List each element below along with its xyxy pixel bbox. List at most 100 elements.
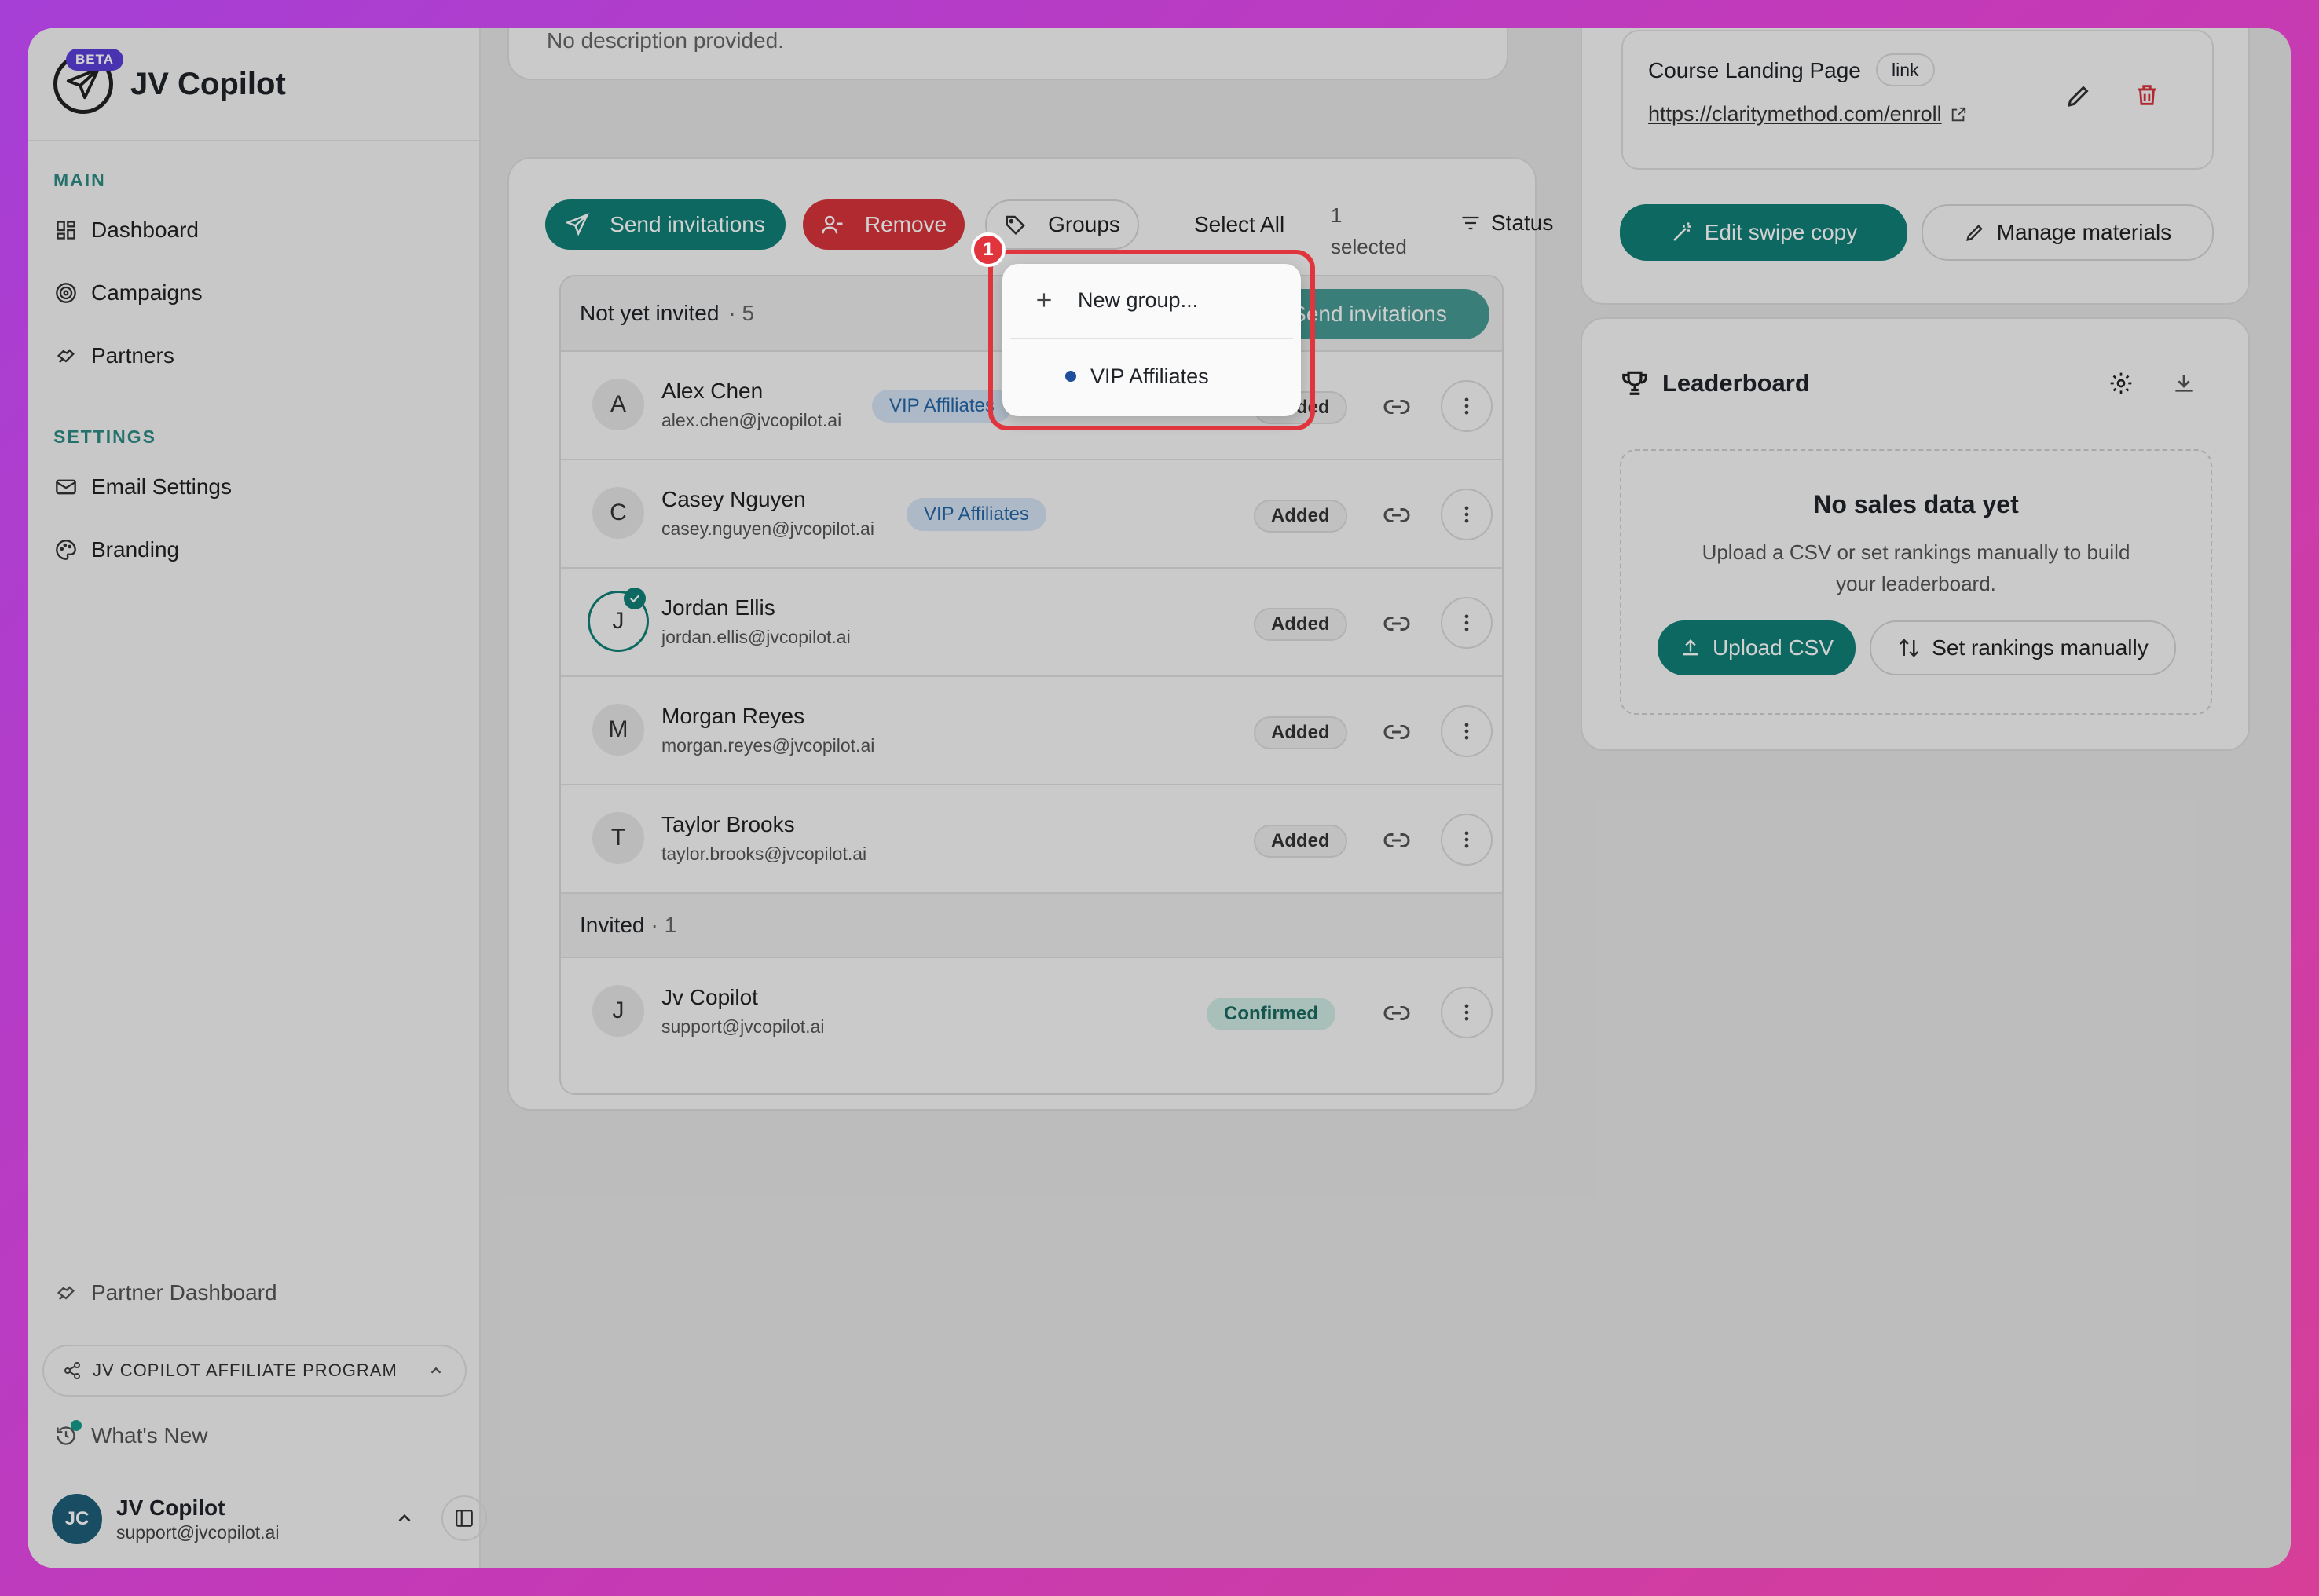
user-minus-icon	[821, 213, 844, 236]
empty-desc-line: your leaderboard.	[1836, 572, 1996, 595]
partner-email: taylor.brooks@jvcopilot.ai	[661, 844, 867, 864]
table-row[interactable]: J Jordan Ellis jordan.ellis@jvcopilot.ai…	[561, 569, 1502, 677]
campaign-description-card: No description provided.	[507, 28, 1508, 80]
table-row[interactable]: T Taylor Brooks taylor.brooks@jvcopilot.…	[561, 785, 1502, 894]
sidebar-item-whats-new[interactable]: What's New	[28, 1404, 208, 1467]
link-icon[interactable]	[1383, 999, 1411, 1027]
material-item: Course Landing Page link https://clarity…	[1621, 30, 2214, 170]
pencil-icon[interactable]	[2064, 82, 2093, 110]
status-badge: Added	[1254, 608, 1347, 641]
app-window: BETA JV Copilot MAIN Dashboard Campaigns…	[28, 28, 2291, 1568]
beta-badge: BETA	[66, 49, 124, 71]
user-email: support@jvcopilot.ai	[116, 1521, 280, 1543]
more-options-icon[interactable]	[1441, 987, 1493, 1038]
group-menu-item-vip-affiliates[interactable]: VIP Affiliates	[1002, 342, 1301, 410]
sidebar-item-campaigns[interactable]: Campaigns	[28, 262, 479, 324]
groups-label: Groups	[1048, 212, 1120, 236]
material-type-badge: link	[1876, 53, 1935, 86]
gear-icon[interactable]	[2108, 371, 2134, 396]
selected-count: 1 selected	[1331, 200, 1407, 262]
send-icon	[566, 213, 590, 236]
empty-description: Upload a CSV or set rankings manually to…	[1621, 536, 2211, 599]
empty-title: No sales data yet	[1813, 490, 2019, 518]
partner-name: Alex Chen	[661, 379, 764, 403]
chevron-up-icon[interactable]	[394, 1508, 415, 1528]
brand-name: JV Copilot	[130, 66, 286, 101]
table-row[interactable]: M Morgan Reyes morgan.reyes@jvcopilot.ai…	[561, 677, 1502, 785]
material-url-link[interactable]: https://claritymethod.com/enroll	[1648, 102, 1967, 126]
new-group-menu-item[interactable]: New group...	[1002, 264, 1301, 336]
sidebar-item-email-settings[interactable]: Email Settings	[28, 456, 479, 518]
history-icon	[53, 1420, 82, 1448]
sidebar-item-label: Email Settings	[91, 474, 232, 499]
invited-group-header: Invited · 1	[561, 894, 1502, 958]
upload-csv-button[interactable]: Upload CSV	[1658, 620, 1856, 675]
download-icon[interactable]	[2171, 371, 2196, 396]
partner-email: morgan.reyes@jvcopilot.ai	[661, 735, 875, 756]
leaderboard-empty-state: No sales data yet Upload a CSV or set ra…	[1620, 449, 2212, 715]
palette-icon	[53, 537, 79, 562]
brand[interactable]: BETA JV Copilot	[28, 28, 479, 141]
more-options-icon[interactable]	[1441, 380, 1493, 432]
pencil-icon	[1964, 221, 1986, 243]
manage-materials-button[interactable]: Manage materials	[1922, 204, 2214, 261]
group-label: Invited	[580, 913, 645, 937]
plus-icon	[1034, 290, 1054, 310]
avatar: J	[592, 985, 644, 1037]
group-tag: VIP Affiliates	[872, 390, 1012, 423]
status-badge: Added	[1254, 500, 1347, 533]
status-badge: Added	[1254, 825, 1347, 858]
user-name: JV Copilot	[116, 1495, 225, 1520]
sidebar-item-branding[interactable]: Branding	[28, 518, 479, 581]
check-circle-icon	[624, 588, 646, 609]
filter-icon	[1460, 212, 1482, 234]
partner-email: casey.nguyen@jvcopilot.ai	[661, 518, 874, 539]
set-rankings-button[interactable]: Set rankings manually	[1870, 620, 2176, 675]
sidebar-toggle-icon[interactable]	[441, 1495, 487, 1541]
edit-swipe-copy-button[interactable]: Edit swipe copy	[1620, 204, 1907, 261]
more-options-icon[interactable]	[1441, 597, 1493, 649]
more-options-icon[interactable]	[1441, 705, 1493, 757]
link-icon[interactable]	[1383, 609, 1411, 638]
material-url: https://claritymethod.com/enroll	[1648, 102, 1942, 126]
avatar: T	[592, 812, 644, 864]
selected-number: 1	[1331, 203, 1343, 227]
sidebar-item-label: Dashboard	[91, 218, 199, 242]
tag-icon	[1004, 213, 1028, 236]
upload-csv-label: Upload CSV	[1712, 635, 1834, 660]
send-invitations-button[interactable]: Send invitations	[545, 200, 786, 250]
sidebar: BETA JV Copilot MAIN Dashboard Campaigns…	[28, 28, 487, 1568]
mail-icon	[53, 474, 79, 500]
table-row[interactable]: C Casey Nguyen casey.nguyen@jvcopilot.ai…	[561, 460, 1502, 569]
leaderboard-card: Leaderboard No sales data yet Upload a C…	[1581, 317, 2250, 751]
link-icon[interactable]	[1383, 501, 1411, 529]
link-icon[interactable]	[1383, 393, 1411, 421]
remove-button[interactable]: Remove	[803, 200, 965, 250]
menu-divider	[1010, 338, 1293, 339]
sidebar-item-dashboard[interactable]: Dashboard	[28, 199, 479, 262]
link-icon[interactable]	[1383, 826, 1411, 855]
handshake-icon	[53, 1280, 79, 1305]
groups-button[interactable]: Groups	[985, 200, 1139, 250]
trash-icon[interactable]	[2134, 82, 2160, 108]
link-icon[interactable]	[1383, 718, 1411, 746]
status-filter-button[interactable]: Status	[1460, 210, 1553, 236]
program-switcher[interactable]: JV COPILOT AFFILIATE PROGRAM	[42, 1345, 467, 1396]
group-menu-label: VIP Affiliates	[1090, 364, 1209, 388]
sidebar-item-label: Partners	[91, 343, 174, 368]
sidebar-item-partners[interactable]: Partners	[28, 324, 479, 387]
leaderboard-title: Leaderboard	[1662, 369, 1810, 397]
select-all-button[interactable]: Select All	[1194, 212, 1284, 237]
user-menu[interactable]: JC JV Copilot support@jvcopilot.ai	[52, 1488, 487, 1550]
status-badge: Added	[1254, 716, 1347, 749]
table-row[interactable]: J Jv Copilot support@jvcopilot.ai Confir…	[561, 958, 1502, 1067]
description-text: No description provided.	[547, 30, 784, 52]
more-options-icon[interactable]	[1441, 814, 1493, 866]
upload-icon	[1680, 637, 1702, 659]
group-count: · 5	[728, 301, 755, 325]
edit-swipe-label: Edit swipe copy	[1704, 220, 1858, 244]
magic-wand-icon	[1670, 221, 1694, 244]
sidebar-item-label: Branding	[91, 537, 180, 562]
sidebar-item-partner-dashboard[interactable]: Partner Dashboard	[28, 1261, 277, 1324]
more-options-icon[interactable]	[1441, 489, 1493, 540]
